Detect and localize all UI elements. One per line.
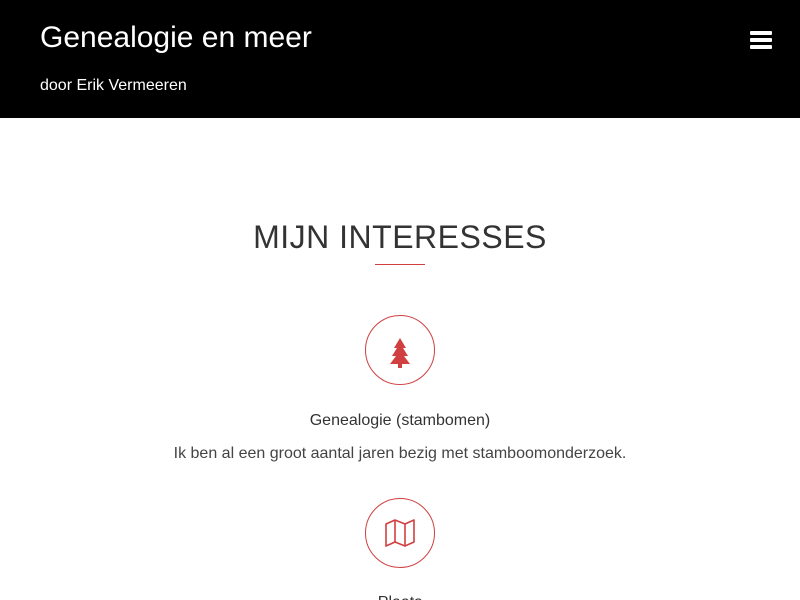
menu-bar: [750, 31, 772, 35]
menu-bar: [750, 38, 772, 42]
menu-bar: [750, 45, 772, 49]
page: Genealogie en meer door Erik Vermeeren M…: [0, 0, 800, 600]
title-divider: [375, 264, 425, 265]
interest-description-genealogy: Ik ben al een groot aantal jaren bezig m…: [173, 445, 627, 462]
site-title[interactable]: Genealogie en meer: [40, 18, 312, 58]
section-title: MIJN INTERESSES: [253, 219, 547, 255]
site-tagline: door Erik Vermeeren: [40, 77, 187, 94]
hamburger-menu-icon[interactable]: [745, 24, 777, 56]
tree-icon: [365, 315, 435, 385]
interest-title-genealogy: Genealogie (stambomen): [309, 412, 491, 429]
map-icon: [365, 498, 435, 568]
site-header: Genealogie en meer door Erik Vermeeren: [0, 0, 800, 118]
interest-title-places: Plaats: [0, 592, 800, 600]
